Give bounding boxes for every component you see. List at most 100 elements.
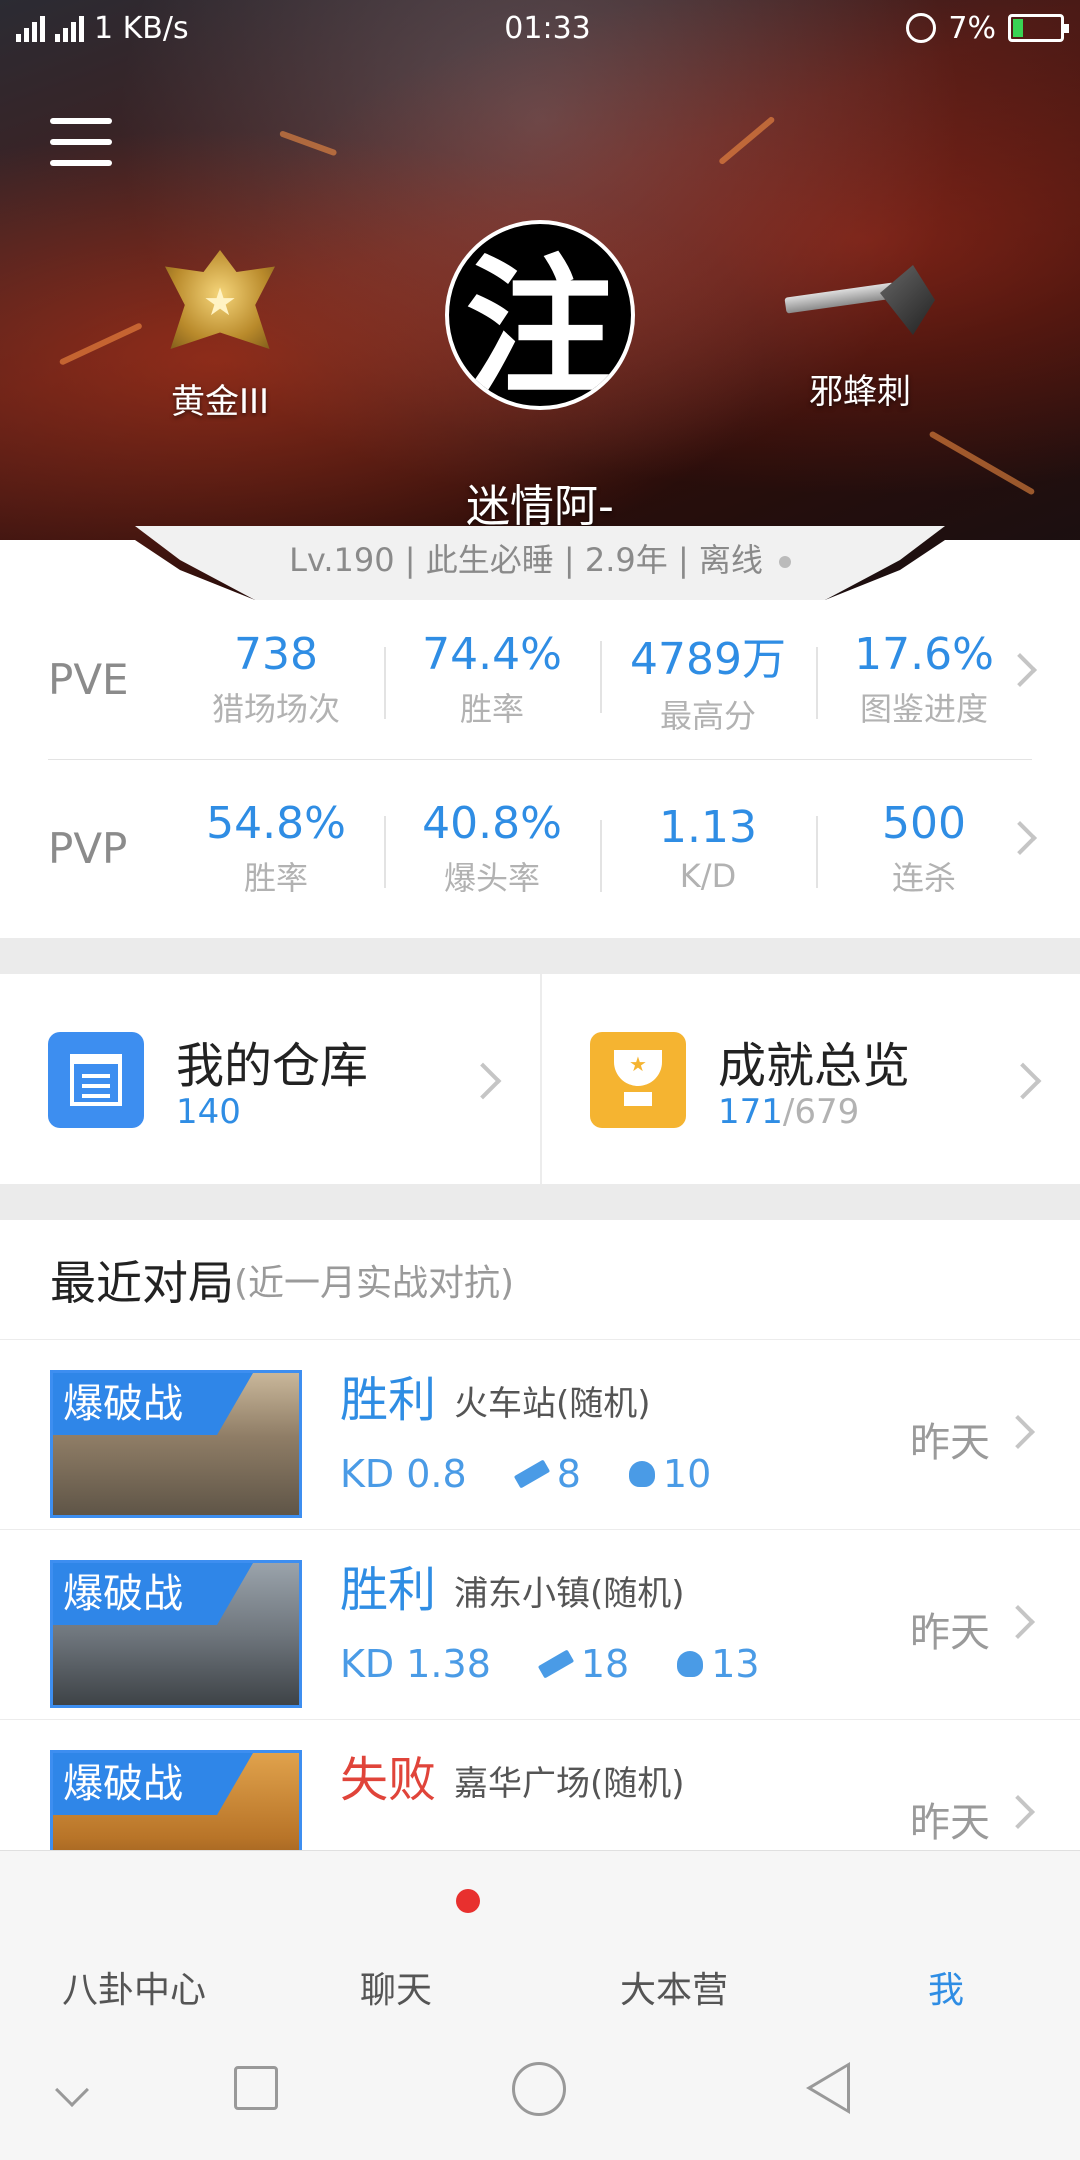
tab-me[interactable]: 我 (928, 1961, 964, 2013)
stat-cell: 40.8% 爆头率 (384, 798, 600, 899)
deaths-value: 13 (711, 1642, 760, 1686)
match-time: 昨天 (910, 1610, 990, 1656)
stats-panel: PVE 738 猎场场次 74.4% 胜率 4789万 最高分 17.6% 图鉴… (0, 600, 1080, 938)
deaths-value: 10 (662, 1452, 712, 1496)
achievements-count: 171/679 (718, 1092, 859, 1132)
stat-value: 40.8% (422, 797, 562, 849)
background-streak (58, 322, 143, 366)
battery-percent: 7% (948, 10, 996, 46)
status-bar: 1 KB/s 01:33 7% (0, 0, 1080, 56)
match-time: 昨天 (910, 1420, 990, 1466)
nickname: 迷情阿- (466, 481, 614, 532)
stat-value: 74.4% (422, 629, 562, 680)
map-thumbnail: 爆破战 (50, 1750, 302, 1850)
rotation-lock-icon (906, 13, 937, 43)
pve-stats-row[interactable]: PVE 738 猎场场次 74.4% 胜率 4789万 最高分 17.6% 图鉴… (48, 600, 1037, 760)
skull-icon (677, 1651, 704, 1677)
signal-icon (55, 14, 84, 42)
mode-tag: 爆破战 (53, 1563, 253, 1625)
chevron-down-icon[interactable] (55, 2073, 89, 2107)
stat-label: 猎场场次 (211, 690, 340, 728)
stat-cell: 74.4% 胜率 (384, 629, 600, 730)
home-icon[interactable] (512, 2062, 566, 2116)
kd-value: KD 0.8 (340, 1452, 467, 1496)
signal-icon (16, 14, 45, 42)
chevron-right-icon (464, 1062, 502, 1100)
chevron-right-icon (1001, 1415, 1035, 1449)
match-result: 胜利 (340, 1562, 437, 1618)
tab-chat[interactable]: 聊天 (360, 1961, 432, 2013)
map-name: 浦东小镇(随机) (454, 1574, 685, 1614)
recents-icon[interactable] (234, 2066, 278, 2110)
skull-icon (628, 1461, 655, 1487)
achievements-card[interactable]: 成就总览 171/679 (540, 974, 1080, 1184)
stat-value: 4789万 (630, 633, 786, 685)
map-name: 火车站(随机) (454, 1384, 651, 1424)
gun-icon (537, 1649, 575, 1679)
achievements-done: 171 (718, 1092, 783, 1132)
recent-header: 最近对局 (近一月实战对抗) (0, 1220, 1080, 1340)
back-icon[interactable] (806, 2062, 850, 2114)
user-meta-text: Lv.190 | 此生必睡 | 2.9年 | 离线 (289, 541, 763, 579)
achievements-title: 成就总览 (718, 1038, 911, 1094)
background-streak (278, 130, 338, 157)
kills-value: 8 (556, 1452, 581, 1496)
stat-label: 胜率 (243, 858, 308, 897)
menu-button[interactable] (50, 118, 112, 174)
gun-icon (513, 1459, 550, 1489)
tab-gossip-center[interactable]: 八卦中心 (62, 1961, 206, 2013)
achievements-total: /679 (782, 1092, 860, 1132)
stat-label: 爆头率 (443, 858, 540, 897)
avatar[interactable]: 注 (445, 220, 635, 410)
match-result: 胜利 (340, 1372, 437, 1428)
warehouse-icon (48, 1032, 144, 1128)
stat-value: 500 (882, 797, 966, 849)
tab-base-camp[interactable]: 大本营 (620, 1961, 728, 2013)
chevron-right-icon (1001, 1795, 1035, 1829)
stat-cell: 4789万 最高分 (600, 623, 816, 737)
map-thumbnail: 爆破战 (50, 1370, 302, 1518)
match-kd-line: KD 0.8 8 10 (340, 1452, 711, 1496)
match-row[interactable]: 爆破战 胜利 火车站(随机) KD 0.8 8 10 昨天 (0, 1340, 1080, 1530)
stat-value: 1.13 (659, 801, 757, 853)
map-name: 嘉华广场(随机) (454, 1764, 685, 1804)
kills-value: 18 (580, 1642, 630, 1686)
match-row[interactable]: 爆破战 失败 嘉华广场(随机) 昨天 (0, 1720, 1080, 1850)
stat-cell: 54.8% 胜率 (168, 798, 384, 899)
rank-block[interactable]: 黄金III (150, 250, 290, 423)
weapon-name: 邪蜂刺 (809, 372, 911, 412)
rank-badge-icon (165, 250, 275, 349)
warehouse-title: 我的仓库 (176, 1038, 369, 1094)
battery-icon (1008, 14, 1069, 42)
warehouse-count: 140 (176, 1092, 241, 1132)
rank-name: 黄金III (170, 382, 270, 422)
stat-label: 最高分 (659, 696, 756, 735)
pve-label: PVE (48, 655, 129, 704)
stat-cell: 1.13 K/D (600, 802, 816, 895)
trophy-icon (590, 1032, 686, 1128)
match-result: 失败 (340, 1752, 437, 1808)
kd-value: KD 1.38 (340, 1642, 491, 1686)
background-streak (718, 115, 776, 166)
match-kd-line: KD 1.38 18 13 (340, 1642, 760, 1686)
recent-subtitle: (近一月实战对抗) (234, 1262, 515, 1304)
user-meta: Lv.190 | 此生必睡 | 2.9年 | 离线 (0, 535, 1080, 581)
clock: 01:33 (504, 10, 591, 46)
map-thumbnail: 爆破战 (50, 1560, 302, 1708)
system-nav-bar (0, 2040, 1080, 2160)
warehouse-card[interactable]: 我的仓库 140 (0, 974, 540, 1184)
stat-label: 连杀 (891, 858, 956, 897)
stat-cell: 500 连杀 (816, 798, 1032, 899)
stat-label: K/D (679, 856, 737, 895)
pvp-stats-row[interactable]: PVP 54.8% 胜率 40.8% 爆头率 1.13 K/D 500 连杀 (48, 768, 1037, 928)
offline-status-dot (778, 556, 791, 568)
stat-value: 17.6% (854, 629, 994, 680)
mode-tag: 爆破战 (53, 1373, 253, 1435)
avatar-glyph: 注 (464, 239, 615, 410)
bottom-tab-bar: 八卦中心 聊天 大本营 我 (0, 1850, 1080, 2040)
weapon-block[interactable]: 邪蜂刺 (770, 250, 950, 413)
pvp-label: PVP (48, 823, 128, 873)
recent-title: 最近对局 (50, 1255, 234, 1310)
match-row[interactable]: 爆破战 胜利 浦东小镇(随机) KD 1.38 18 13 昨天 (0, 1530, 1080, 1720)
profile-header: 1 KB/s 01:33 7% 黄金III 注 邪蜂刺 迷情阿- Lv.190 … (0, 0, 1080, 600)
